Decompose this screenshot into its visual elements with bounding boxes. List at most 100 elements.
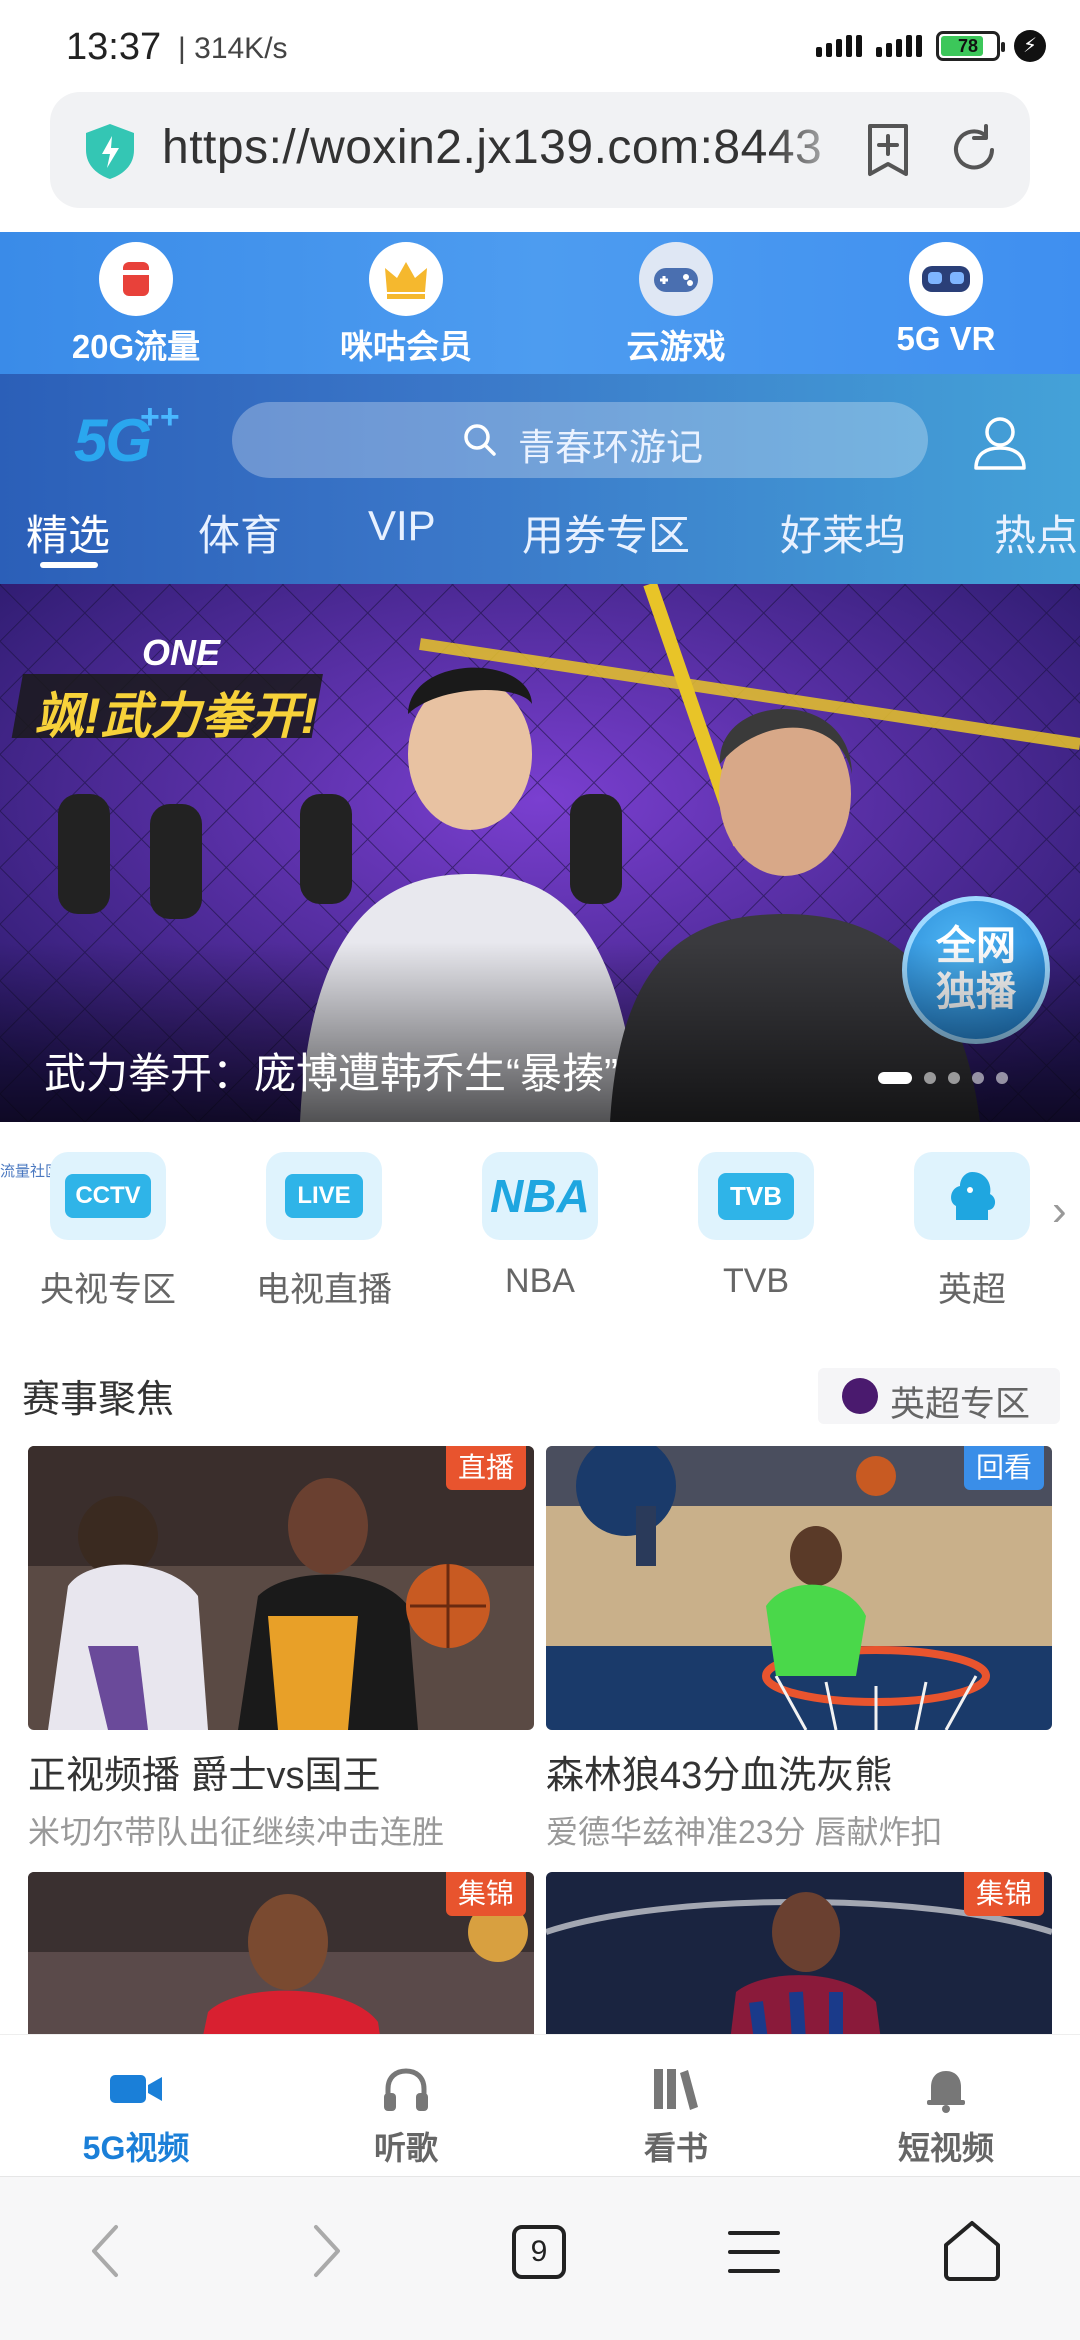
event-card[interactable]: 集锦: [28, 1872, 534, 2034]
tab-featured[interactable]: 精选: [26, 502, 110, 563]
event-thumbnail: 集锦: [28, 1872, 534, 2034]
carousel-dot[interactable]: [878, 1072, 912, 1084]
tabs-button[interactable]: 9: [512, 2225, 566, 2279]
tab-vip[interactable]: VIP: [368, 502, 436, 550]
channel-label: TVB: [722, 1262, 790, 1300]
event-subtitle: 米切尔带队出征继续冲击连胜: [28, 1814, 445, 1850]
user-icon[interactable]: [968, 410, 1032, 474]
cctv-icon-text: CCTV: [65, 1174, 151, 1218]
event-card[interactable]: 回看 森林狼43分血洗灰熊 爱德华兹神准23分 唇献炸扣: [546, 1446, 1052, 1853]
vr-goggles-icon: [909, 242, 983, 316]
gamepad-icon: [639, 242, 713, 316]
carousel-dots: [878, 1072, 1008, 1084]
tab-sports[interactable]: 体育: [198, 502, 282, 563]
address-bar[interactable]: https://woxin2.jx139.com:8443: [50, 92, 1030, 208]
search-icon: [464, 424, 496, 456]
back-icon[interactable]: [86, 2219, 126, 2283]
app-logo[interactable]: 5G: [74, 406, 152, 475]
bell-icon: [846, 2061, 1046, 2117]
quick-links-bar: 20G流量 咪咕会员 云游戏 5G VR: [0, 232, 1080, 374]
app-header: 5G ++ 青春环游记 精选 体育 VIP 用券专区 好莱坞 热点: [0, 374, 1080, 584]
event-thumbnail: 直播: [28, 1446, 534, 1730]
data-cup-icon: [99, 242, 173, 316]
tab-hot[interactable]: 热点: [994, 502, 1078, 563]
channel-nba[interactable]: NBA NBA: [460, 1152, 620, 1301]
lion-icon: [914, 1152, 1030, 1240]
channel-cctv[interactable]: CCTV 央视专区: [28, 1152, 188, 1311]
quick-link-label: 5G VR: [896, 320, 996, 357]
channel-label: 英超: [938, 1271, 1006, 1309]
quick-link-cloud-game[interactable]: 云游戏: [576, 242, 776, 368]
banner-caption: 武力拳开：庞博遭韩乔生“暴揍”: [44, 1050, 618, 1097]
event-title: 正视频播 爵士vs国王: [28, 1755, 381, 1797]
carousel-dot[interactable]: [996, 1072, 1008, 1084]
channel-row: 流量社区 CCTV 央视专区 LIVE 电视直播 NBA NBA TVB TVB…: [0, 1122, 1080, 1332]
home-icon[interactable]: [940, 2217, 1004, 2283]
quick-link-data[interactable]: 20G流量: [36, 242, 236, 368]
live-tv-icon: LIVE: [266, 1152, 382, 1240]
premier-link-label: 英超专区: [890, 1385, 1031, 1424]
url-fade: [770, 112, 860, 188]
quick-link-label: 咪咕会员: [340, 328, 472, 365]
event-card[interactable]: 直播 正视频播 爵士vs国王 米切尔带队出征继续冲击连胜: [28, 1446, 534, 1853]
nav-music[interactable]: 听歌: [306, 2061, 506, 2169]
battery-icon: 78: [936, 31, 1005, 61]
hero-banner[interactable]: ONE 飒!武力拳开! 全网 独播 武力拳开：庞博遭韩乔生“暴揍”: [0, 584, 1080, 1122]
reload-icon[interactable]: [946, 122, 1002, 178]
channel-premier-league[interactable]: 英超: [892, 1152, 1052, 1311]
quick-link-migu[interactable]: 咪咕会员: [306, 242, 506, 368]
add-bookmark-icon[interactable]: [862, 122, 914, 178]
channel-label: 电视直播: [256, 1271, 392, 1309]
app-logo-sup: ++: [140, 398, 180, 436]
search-placeholder: 青春环游记: [518, 427, 703, 468]
event-title: 森林狼43分血洗灰熊: [546, 1755, 893, 1797]
nba-icon: NBA: [482, 1152, 598, 1240]
status-bar: 13:37 | 314K/s 78 ⚡: [0, 0, 1080, 92]
browser-toolbar: 9: [0, 2176, 1080, 2340]
carousel-dot[interactable]: [924, 1072, 936, 1084]
nav-books[interactable]: 看书: [576, 2061, 776, 2169]
tab-coupons[interactable]: 用券专区: [522, 502, 690, 563]
shield-icon: [86, 124, 134, 179]
live-icon-text: LIVE: [285, 1174, 363, 1218]
quick-link-label: 云游戏: [626, 328, 726, 365]
premier-league-icon: [842, 1378, 878, 1414]
crown-icon: [369, 242, 443, 316]
charging-icon: ⚡: [1014, 30, 1046, 62]
battery-level: 78: [957, 36, 979, 56]
signal-icon: [816, 35, 862, 57]
forward-icon[interactable]: [306, 2219, 346, 2283]
channel-live-tv[interactable]: LIVE 电视直播: [244, 1152, 404, 1311]
event-thumbnail: 回看: [546, 1446, 1052, 1730]
tvb-icon-text: TVB: [718, 1172, 794, 1220]
chevron-right-icon[interactable]: ›: [1052, 1186, 1067, 1236]
premier-league-link[interactable]: 英超专区: [818, 1368, 1060, 1424]
channel-label: 央视专区: [40, 1271, 176, 1309]
show-title-art: 飒!武力拳开!: [34, 688, 318, 744]
event-card[interactable]: 集锦: [546, 1872, 1052, 2034]
tab-hollywood[interactable]: 好莱坞: [780, 502, 906, 563]
channel-tvb[interactable]: TVB TVB: [676, 1152, 836, 1301]
quick-link-label: 20G流量: [71, 328, 201, 365]
nav-label: 5G视频: [82, 2130, 190, 2166]
quick-link-vr[interactable]: 5G VR: [846, 242, 1046, 358]
signal-icon: [876, 35, 922, 57]
highlight-badge: 集锦: [445, 1872, 526, 1916]
menu-icon[interactable]: [726, 2227, 782, 2277]
network-speed: | 314K/s: [178, 32, 288, 65]
live-badge: 直播: [445, 1446, 526, 1490]
status-indicators: 78 ⚡: [816, 30, 1046, 62]
nav-short-video[interactable]: 短视频: [846, 2061, 1046, 2169]
books-icon: [576, 2061, 776, 2117]
bottom-nav: 5G视频 听歌 看书 短视频: [0, 2034, 1080, 2176]
nav-label: 看书: [643, 2130, 708, 2166]
section-title: 赛事聚焦: [22, 1379, 175, 1421]
carousel-dot[interactable]: [972, 1072, 984, 1084]
replay-badge: 回看: [963, 1446, 1044, 1490]
search-input[interactable]: 青春环游记: [232, 402, 928, 478]
headphones-icon: [306, 2061, 506, 2117]
url-text[interactable]: https://woxin2.jx139.com:8443: [162, 120, 852, 175]
nav-5g-video[interactable]: 5G视频: [36, 2061, 236, 2169]
carousel-dot[interactable]: [948, 1072, 960, 1084]
nav-label: 短视频: [897, 2130, 994, 2166]
